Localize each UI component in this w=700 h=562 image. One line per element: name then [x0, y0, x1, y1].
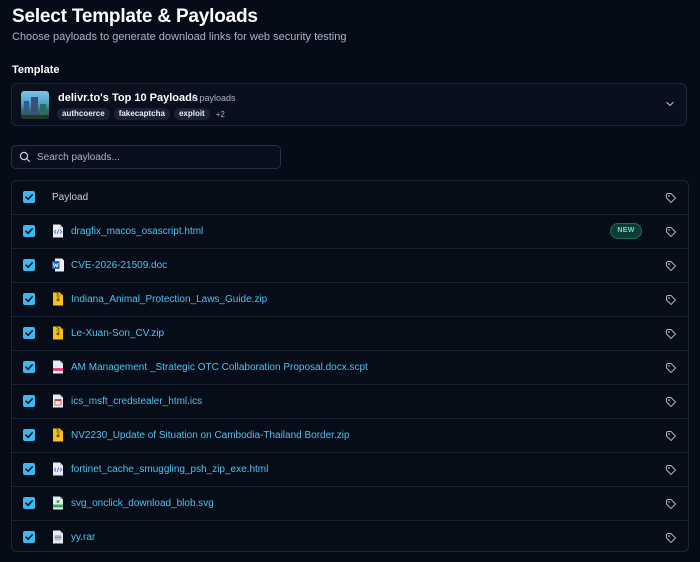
chevron-down-icon[interactable] [664, 98, 676, 110]
row-checkbox[interactable] [23, 429, 35, 441]
tag-icon[interactable] [665, 260, 677, 272]
html-file-icon [53, 224, 63, 238]
select-all-checkbox[interactable] [23, 191, 35, 203]
payload-link[interactable]: NV2230_Update of Situation on Cambodia-T… [71, 430, 350, 441]
payload-link[interactable]: svg_onclick_download_blob.svg [71, 498, 214, 509]
tag-icon[interactable] [665, 192, 677, 204]
template-tag: fakecaptcha [113, 108, 170, 120]
template-selector[interactable]: delivr.to's Top 10 Payloads 10 payloads … [11, 83, 687, 126]
table-row[interactable]: ics_msft_credstealer_html.ics [12, 385, 688, 419]
row-checkbox[interactable] [23, 531, 35, 543]
zip-file-icon [53, 428, 63, 442]
payload-link[interactable]: Indiana_Animal_Protection_Laws_Guide.zip [71, 294, 267, 305]
zip-file-icon [53, 326, 63, 340]
payload-column-header: Payload [52, 192, 89, 203]
calendar-file-icon [53, 394, 63, 408]
row-checkbox[interactable] [23, 463, 35, 475]
table-header-row: Payload [12, 181, 688, 215]
tag-icon[interactable] [665, 328, 677, 340]
template-name: delivr.to's Top 10 Payloads [58, 92, 198, 104]
tag-icon[interactable] [665, 226, 677, 238]
table-row[interactable]: NV2230_Update of Situation on Cambodia-T… [12, 419, 688, 453]
template-tags: authcoerce fakecaptcha exploit +2 [57, 108, 225, 120]
page-subtitle: Choose payloads to generate download lin… [12, 31, 347, 43]
new-badge: NEW [610, 223, 642, 239]
tag-icon[interactable] [665, 396, 677, 408]
row-checkbox[interactable] [23, 293, 35, 305]
tag-icon[interactable] [665, 362, 677, 374]
search-input[interactable] [37, 151, 267, 163]
row-checkbox[interactable] [23, 327, 35, 339]
search-box[interactable] [11, 145, 281, 169]
table-row[interactable]: svg_onclick_download_blob.svg [12, 487, 688, 521]
payload-table: Payload dragfix_macos_osascript.html NEW… [11, 180, 689, 552]
row-checkbox[interactable] [23, 225, 35, 237]
table-row[interactable]: Le-Xuan-Son_CV.zip [12, 317, 688, 351]
search-icon [19, 151, 31, 163]
payload-link[interactable]: ics_msft_credstealer_html.ics [71, 396, 202, 407]
payload-link[interactable]: yy.rar [71, 532, 95, 543]
tag-icon[interactable] [665, 498, 677, 510]
payload-link[interactable]: AM Management _Strategic OTC Collaborati… [71, 362, 368, 373]
zip-file-icon [53, 292, 63, 306]
template-section-label: Template [12, 64, 60, 76]
word-file-icon [52, 258, 64, 272]
template-thumbnail [21, 91, 49, 119]
table-row[interactable]: fortinet_cache_smuggling_psh_zip_exe.htm… [12, 453, 688, 487]
template-tag: authcoerce [57, 108, 110, 120]
tag-icon[interactable] [665, 430, 677, 442]
row-checkbox[interactable] [23, 395, 35, 407]
template-tag: exploit [173, 108, 210, 120]
html-file-icon [53, 462, 63, 476]
table-row[interactable]: dragfix_macos_osascript.html NEW [12, 215, 688, 249]
tag-icon[interactable] [665, 294, 677, 306]
table-row[interactable]: yy.rar [12, 521, 688, 551]
tag-icon[interactable] [665, 464, 677, 476]
template-payload-count: 10 payloads [187, 93, 236, 103]
payload-link[interactable]: Le-Xuan-Son_CV.zip [71, 328, 164, 339]
payload-link[interactable]: fortinet_cache_smuggling_psh_zip_exe.htm… [71, 464, 268, 475]
svg-file-icon [53, 496, 63, 510]
script-file-icon [53, 360, 63, 374]
rar-file-icon [53, 530, 63, 544]
template-more-tags: +2 [215, 109, 225, 119]
table-row[interactable]: CVE-2026-21509.doc [12, 249, 688, 283]
payload-link[interactable]: dragfix_macos_osascript.html [71, 226, 203, 237]
row-checkbox[interactable] [23, 259, 35, 271]
row-checkbox[interactable] [23, 361, 35, 373]
table-row[interactable]: Indiana_Animal_Protection_Laws_Guide.zip [12, 283, 688, 317]
page-title: Select Template & Payloads [12, 6, 258, 27]
table-row[interactable]: AM Management _Strategic OTC Collaborati… [12, 351, 688, 385]
payload-link[interactable]: CVE-2026-21509.doc [71, 260, 167, 271]
row-checkbox[interactable] [23, 497, 35, 509]
tag-icon[interactable] [665, 532, 677, 544]
